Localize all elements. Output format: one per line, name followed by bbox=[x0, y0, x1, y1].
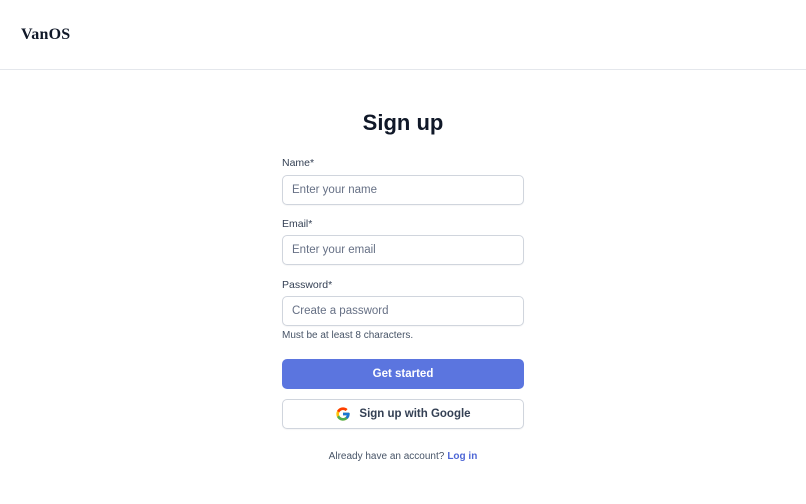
password-input[interactable] bbox=[282, 296, 524, 326]
top-header: VanOS bbox=[0, 0, 806, 70]
login-prompt-text: Already have an account? bbox=[328, 451, 445, 462]
login-link[interactable]: Log in bbox=[447, 451, 477, 462]
email-label: Email* bbox=[282, 218, 313, 230]
get-started-button[interactable]: Get started bbox=[282, 359, 524, 389]
email-input[interactable] bbox=[282, 235, 524, 265]
name-input[interactable] bbox=[282, 175, 524, 205]
password-hint: Must be at least 8 characters. bbox=[282, 330, 414, 341]
app-logo[interactable]: VanOS bbox=[21, 26, 70, 44]
password-label: Password* bbox=[282, 279, 333, 291]
google-signup-label: Sign up with Google bbox=[359, 408, 471, 420]
login-prompt: Already have an account? Log in bbox=[0, 451, 806, 462]
page-title: Sign up bbox=[362, 110, 444, 135]
google-icon bbox=[336, 407, 351, 421]
google-signup-button[interactable]: Sign up with Google bbox=[282, 399, 524, 429]
name-label: Name* bbox=[282, 157, 315, 169]
